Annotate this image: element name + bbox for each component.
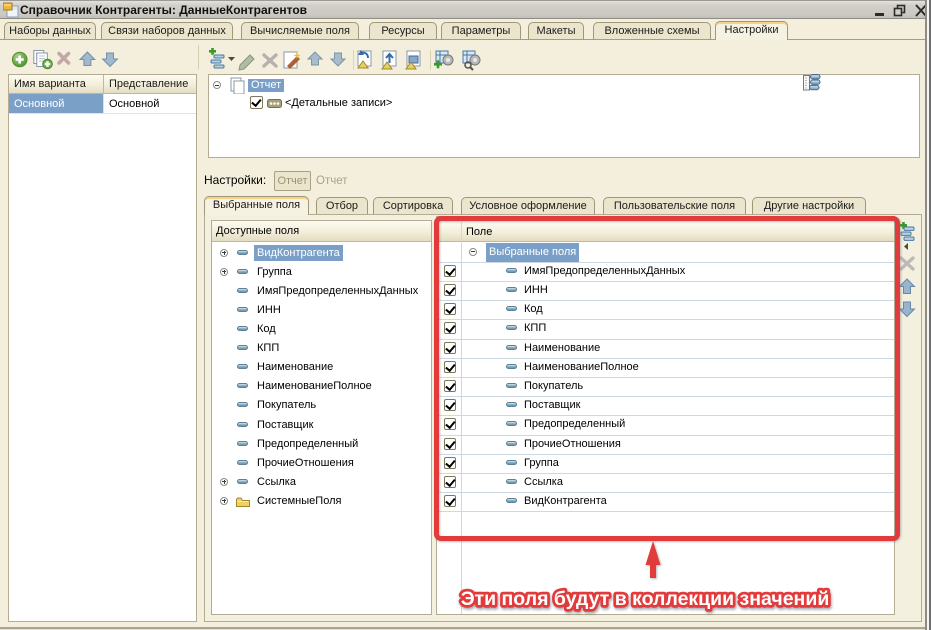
svg-text:Эти поля будут в коллекции зна: Эти поля будут в коллекции значений [461, 588, 830, 610]
